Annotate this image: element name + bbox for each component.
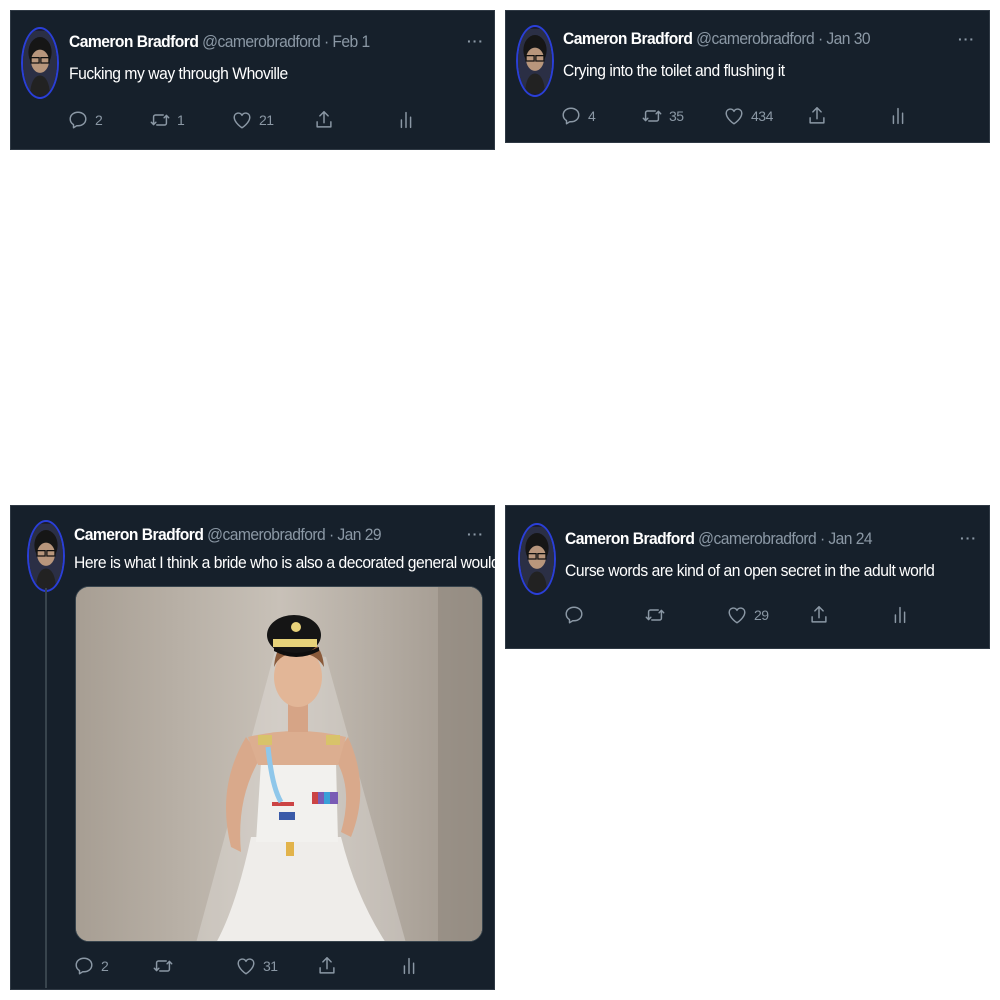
share-icon — [316, 955, 338, 977]
analytics-icon — [889, 604, 911, 626]
tweet-card[interactable]: Cameron Bradford @camerobradford · Feb 1… — [10, 10, 495, 150]
avatar[interactable] — [27, 520, 65, 592]
thread-line — [45, 588, 47, 988]
share-icon — [313, 109, 335, 131]
heart-icon — [231, 109, 253, 131]
retweet-count: 35 — [669, 108, 684, 124]
avatar[interactable] — [516, 25, 554, 97]
reply-button[interactable]: 4 — [560, 105, 596, 127]
author-name[interactable]: Cameron Bradford — [74, 525, 204, 544]
tweet-text: Curse words are kind of an open secret i… — [565, 561, 935, 580]
tweet-text: Fucking my way through Whoville — [69, 64, 288, 83]
analytics-button[interactable] — [398, 955, 420, 977]
tweet-actions: 2 31 — [11, 955, 494, 979]
more-icon[interactable]: ··· — [960, 530, 977, 546]
tweet-card[interactable]: Cameron Bradford @camerobradford · Jan 2… — [505, 505, 990, 649]
reply-button[interactable]: 2 — [67, 109, 103, 131]
retweet-icon — [644, 604, 666, 626]
like-button[interactable]: 31 — [235, 955, 278, 977]
analytics-button[interactable] — [395, 109, 417, 131]
author-name[interactable]: Cameron Bradford — [69, 32, 199, 51]
reply-icon — [563, 604, 585, 626]
like-count: 21 — [259, 112, 274, 128]
tweet-header: Cameron Bradford @camerobradford · Jan 3… — [563, 29, 871, 49]
heart-icon — [235, 955, 257, 977]
bride-general-photo — [76, 587, 482, 941]
heart-icon — [723, 105, 745, 127]
analytics-icon — [395, 109, 417, 131]
tweet-header: Cameron Bradford @camerobradford · Jan 2… — [74, 525, 382, 545]
share-button[interactable] — [313, 109, 335, 131]
reply-icon — [560, 105, 582, 127]
reply-button[interactable] — [563, 604, 591, 626]
reply-count: 2 — [101, 958, 109, 974]
like-button[interactable]: 21 — [231, 109, 274, 131]
avatar[interactable] — [518, 523, 556, 595]
tweet-text: Here is what I think a bride who is also… — [74, 553, 556, 572]
share-button[interactable] — [808, 604, 830, 626]
author-handle[interactable]: @camerobradford — [207, 525, 326, 544]
share-button[interactable] — [806, 105, 828, 127]
retweet-count: 1 — [177, 112, 185, 128]
tweet-actions: 4 35 434 — [506, 105, 989, 129]
analytics-button[interactable] — [889, 604, 911, 626]
separator: · — [817, 29, 823, 48]
reply-count: 4 — [588, 108, 596, 124]
share-icon — [808, 604, 830, 626]
like-count: 31 — [263, 958, 278, 974]
reply-button[interactable]: 2 — [73, 955, 109, 977]
retweet-button[interactable]: 35 — [641, 105, 684, 127]
retweet-icon — [152, 955, 174, 977]
analytics-button[interactable] — [887, 105, 909, 127]
author-handle[interactable]: @camerobradford — [202, 32, 321, 51]
tweet-header: Cameron Bradford @camerobradford · Feb 1 — [69, 32, 370, 52]
like-button[interactable]: 434 — [723, 105, 773, 127]
author-handle[interactable]: @camerobradford — [698, 529, 817, 548]
reply-icon — [67, 109, 89, 131]
tweet-card[interactable]: Cameron Bradford @camerobradford · Jan 3… — [505, 10, 990, 143]
heart-icon — [726, 604, 748, 626]
tweet-actions: 29 — [506, 604, 989, 628]
tweet-header: Cameron Bradford @camerobradford · Jan 2… — [565, 529, 873, 549]
like-button[interactable]: 29 — [726, 604, 769, 626]
tweet-date[interactable]: Jan 29 — [337, 525, 381, 544]
reply-count: 2 — [95, 112, 103, 128]
tweet-photo[interactable] — [75, 586, 483, 942]
retweet-button[interactable] — [644, 604, 672, 626]
more-icon[interactable]: ··· — [467, 33, 484, 49]
analytics-icon — [887, 105, 909, 127]
tweet-actions: 2 1 21 — [11, 109, 494, 133]
author-handle[interactable]: @camerobradford — [696, 29, 815, 48]
share-icon — [806, 105, 828, 127]
avatar[interactable] — [21, 27, 59, 99]
more-icon[interactable]: ··· — [467, 526, 484, 542]
tweet-date[interactable]: Jan 30 — [826, 29, 870, 48]
analytics-icon — [398, 955, 420, 977]
tweet-date[interactable]: Feb 1 — [332, 32, 370, 51]
reply-icon — [73, 955, 95, 977]
author-name[interactable]: Cameron Bradford — [563, 29, 693, 48]
retweet-icon — [641, 105, 663, 127]
like-count: 29 — [754, 607, 769, 623]
separator: · — [328, 525, 334, 544]
share-button[interactable] — [316, 955, 338, 977]
retweet-button[interactable] — [152, 955, 180, 977]
separator: · — [819, 529, 825, 548]
retweet-button[interactable]: 1 — [149, 109, 185, 131]
tweet-text: Crying into the toilet and flushing it — [563, 61, 785, 80]
author-name[interactable]: Cameron Bradford — [565, 529, 695, 548]
more-icon[interactable]: ··· — [958, 31, 975, 47]
tweet-date[interactable]: Jan 24 — [828, 529, 872, 548]
retweet-icon — [149, 109, 171, 131]
separator: · — [323, 32, 329, 51]
like-count: 434 — [751, 108, 773, 124]
tweet-card[interactable]: Cameron Bradford @camerobradford · Jan 2… — [10, 505, 556, 990]
